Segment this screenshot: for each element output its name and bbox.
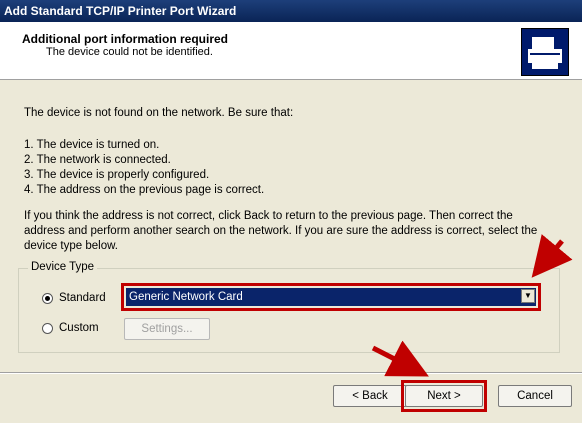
list-item: 2. The network is connected. xyxy=(24,154,171,166)
list-item: 3. The device is properly configured. xyxy=(24,169,210,181)
chevron-down-icon[interactable]: ▼ xyxy=(521,289,535,303)
custom-label[interactable]: Custom xyxy=(59,322,99,334)
device-type-select[interactable]: Generic Network Card ▼ xyxy=(126,288,536,306)
wizard-header: Additional port information required The… xyxy=(0,22,582,80)
printer-port-icon xyxy=(521,28,569,76)
standard-radio-row[interactable]: Standard xyxy=(42,292,106,304)
custom-radio[interactable] xyxy=(42,322,53,334)
selected-device: Generic Network Card xyxy=(129,291,243,303)
back-button[interactable]: < Back xyxy=(333,385,407,407)
window-titlebar: Add Standard TCP/IP Printer Port Wizard xyxy=(0,0,582,22)
custom-radio-row[interactable]: Custom xyxy=(42,322,99,334)
settings-button[interactable]: Settings... xyxy=(124,318,210,340)
arrow-to-select xyxy=(531,234,573,278)
list-item: 1. The device is turned on. xyxy=(24,139,160,151)
header-subtitle: The device could not be identified. xyxy=(46,46,213,58)
header-title: Additional port information required xyxy=(22,32,228,46)
instructions-line-2: address and perform another search on th… xyxy=(24,225,538,237)
footer-divider xyxy=(0,372,582,374)
standard-label[interactable]: Standard xyxy=(59,292,106,304)
device-type-legend: Device Type xyxy=(28,261,98,273)
cancel-button[interactable]: Cancel xyxy=(498,385,572,407)
standard-radio[interactable] xyxy=(42,292,53,304)
list-item: 4. The address on the previous page is c… xyxy=(24,184,265,196)
instructions-line-3: device type below. xyxy=(24,240,118,252)
next-button[interactable]: Next > xyxy=(405,385,483,407)
device-select-highlight: Generic Network Card ▼ xyxy=(121,283,541,311)
window-title: Add Standard TCP/IP Printer Port Wizard xyxy=(4,4,237,18)
instructions-line-1: If you think the address is not correct,… xyxy=(24,210,513,222)
checklist: 1. The device is turned on. 2. The netwo… xyxy=(24,138,264,198)
intro-text: The device is not found on the network. … xyxy=(24,107,294,119)
